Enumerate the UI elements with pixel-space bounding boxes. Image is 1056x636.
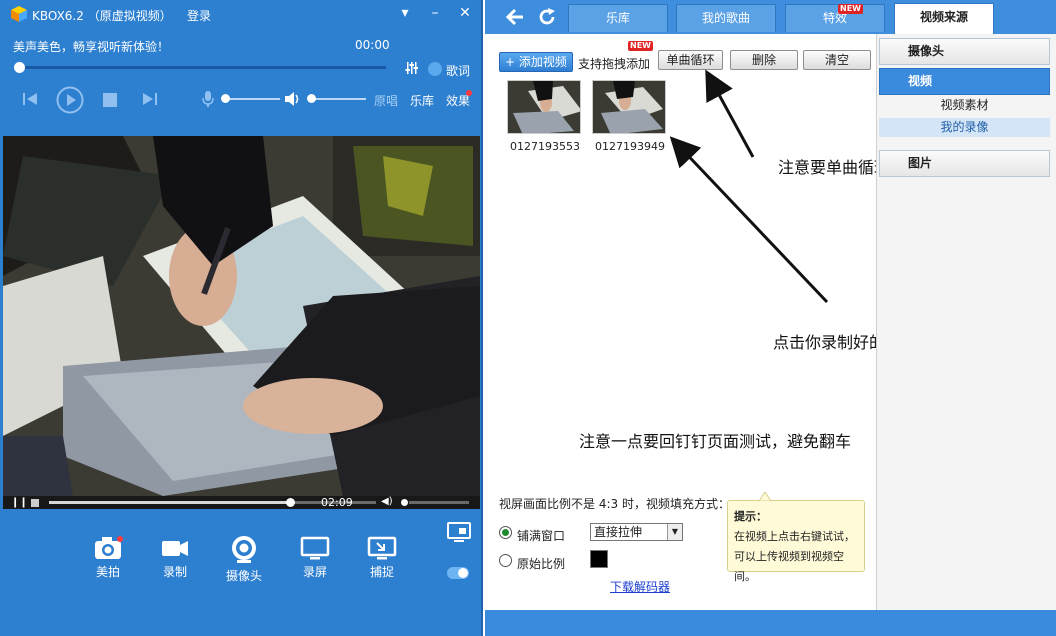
video-volume-track[interactable] (409, 501, 469, 504)
mic-volume-track[interactable] (226, 98, 280, 100)
video-stop-icon[interactable] (31, 499, 39, 507)
microphone-icon[interactable] (201, 90, 215, 108)
webcam-button[interactable]: 摄像头 (224, 535, 264, 584)
video-volume-knob[interactable] (401, 499, 408, 506)
test-annotation: 注意一点要回钉钉页面测试，避免翻车 (579, 432, 852, 451)
lyrics-toggle[interactable] (428, 62, 442, 76)
app-title: KBOX6.2 （原虚拟视频） (32, 9, 172, 23)
ratio-setting-label: 视屏画面比例不是 4:3 时，视频填充方式： (499, 497, 730, 511)
sidebar-item-video-material[interactable]: 视频素材 (879, 96, 1050, 115)
fill-window-radio[interactable] (499, 526, 512, 539)
webcam-icon (232, 536, 256, 563)
now-playing-slogan: 美声美色，畅享视听新体验！ (13, 40, 170, 54)
loop-annotation: 注意要单曲循环 (778, 158, 891, 177)
menu-dropdown-icon[interactable]: ▾ (395, 3, 415, 23)
tip-box: 提示： 在视频上点击右键试试， 可以上传视频到视频空间。 (727, 500, 865, 583)
sidebar-item-video[interactable]: 视频 (879, 68, 1050, 95)
beauty-shot-button[interactable]: 美拍 (88, 535, 128, 580)
video-volume-icon[interactable]: ◀) (381, 496, 393, 507)
tool-label: 摄像头 (225, 569, 262, 583)
webcam-frame-illustration (3, 136, 480, 496)
fill-mode-select[interactable]: 直接拉伸 ▼ (590, 523, 683, 541)
tool-label: 录屏 (302, 565, 327, 579)
play-icon[interactable] (56, 86, 84, 114)
annotation-arrows (669, 69, 829, 304)
minimize-icon[interactable]: – (425, 3, 445, 23)
library-button[interactable]: 乐库 (410, 92, 434, 109)
tip-line-1: 在视频上点击右键试试， (734, 530, 855, 543)
video-camera-icon (162, 541, 188, 556)
camera-icon (95, 536, 123, 559)
speaker-icon[interactable] (284, 91, 302, 107)
previous-icon[interactable] (22, 91, 38, 107)
music-volume-knob[interactable] (307, 94, 316, 103)
video-preview[interactable] (3, 136, 480, 496)
right-panel: 乐库 我的歌曲 特效 NEW 视频来源 + 添加视频 支持拖拽添加 NEW 单曲… (485, 0, 1056, 636)
tool-label: 美拍 (95, 565, 120, 579)
chevron-down-icon: ▼ (667, 524, 682, 540)
tool-label: 捕捉 (369, 565, 394, 579)
player-titlebar: KBOX6.2 （原虚拟视频） 登录 ▾ – ✕ (0, 0, 483, 30)
original-ratio-radio[interactable] (499, 554, 512, 567)
video-control-bar: ❙❙ 02:09 ◀) (3, 496, 480, 509)
song-progress-knob[interactable] (14, 62, 25, 73)
stop-icon[interactable] (102, 92, 118, 108)
sidebar-item-my-recordings[interactable]: 我的录像 (879, 118, 1050, 137)
monitor-icon (300, 536, 330, 560)
record-button[interactable]: 录制 (155, 535, 195, 580)
status-bar (485, 610, 1056, 636)
kbox-logo-icon (11, 6, 27, 22)
fill-window-label[interactable]: 铺满窗口 (517, 527, 565, 544)
source-sidebar: 摄像头 视频 视频素材 我的录像 图片 (876, 34, 1056, 610)
tip-line-2: 可以上传视频到视频空间。 (734, 550, 844, 583)
equalizer-icon[interactable] (405, 61, 419, 75)
music-volume-track[interactable] (312, 98, 366, 100)
player-panel: KBOX6.2 （原虚拟视频） 登录 ▾ – ✕ 美声美色，畅享视听新体验！ 0… (0, 0, 483, 636)
capture-icon (367, 536, 397, 560)
pause-icon[interactable]: ❙❙ (11, 497, 28, 508)
fill-mode-value: 直接拉伸 (594, 525, 643, 539)
tool-label: 录制 (162, 565, 187, 579)
download-codec-link[interactable]: 下载解码器 (610, 578, 670, 595)
original-ratio-label[interactable]: 原始比例 (517, 555, 565, 572)
mini-screen-icon[interactable] (447, 522, 471, 544)
playback-time: 00:00 (355, 38, 390, 52)
sidebar-item-pictures[interactable]: 图片 (879, 150, 1050, 177)
tip-pointer (759, 492, 771, 501)
loop-arrow (705, 69, 755, 158)
video-seek-fill (49, 501, 289, 504)
song-progress-track[interactable] (18, 66, 386, 69)
background-color-picker[interactable] (590, 550, 608, 568)
capture-button[interactable]: 捕捉 (362, 535, 402, 580)
tab-video-source[interactable]: 视频来源 (894, 3, 994, 34)
login-link[interactable]: 登录 (187, 7, 211, 24)
sidebar-item-camera[interactable]: 摄像头 (879, 38, 1050, 65)
next-icon[interactable] (142, 91, 158, 107)
effects-notify-dot (466, 90, 472, 96)
video-time: 02:09 (321, 496, 353, 509)
tip-title: 提示： (734, 510, 767, 523)
close-icon[interactable]: ✕ (455, 3, 475, 23)
original-vocal-button[interactable]: 原唱 (374, 92, 398, 109)
lyrics-label[interactable]: 歌词 (446, 62, 470, 79)
video-seek-knob[interactable] (286, 498, 295, 507)
mode-toggle[interactable] (447, 567, 469, 579)
screen-record-button[interactable]: 录屏 (295, 535, 335, 580)
mic-volume-knob[interactable] (221, 94, 230, 103)
